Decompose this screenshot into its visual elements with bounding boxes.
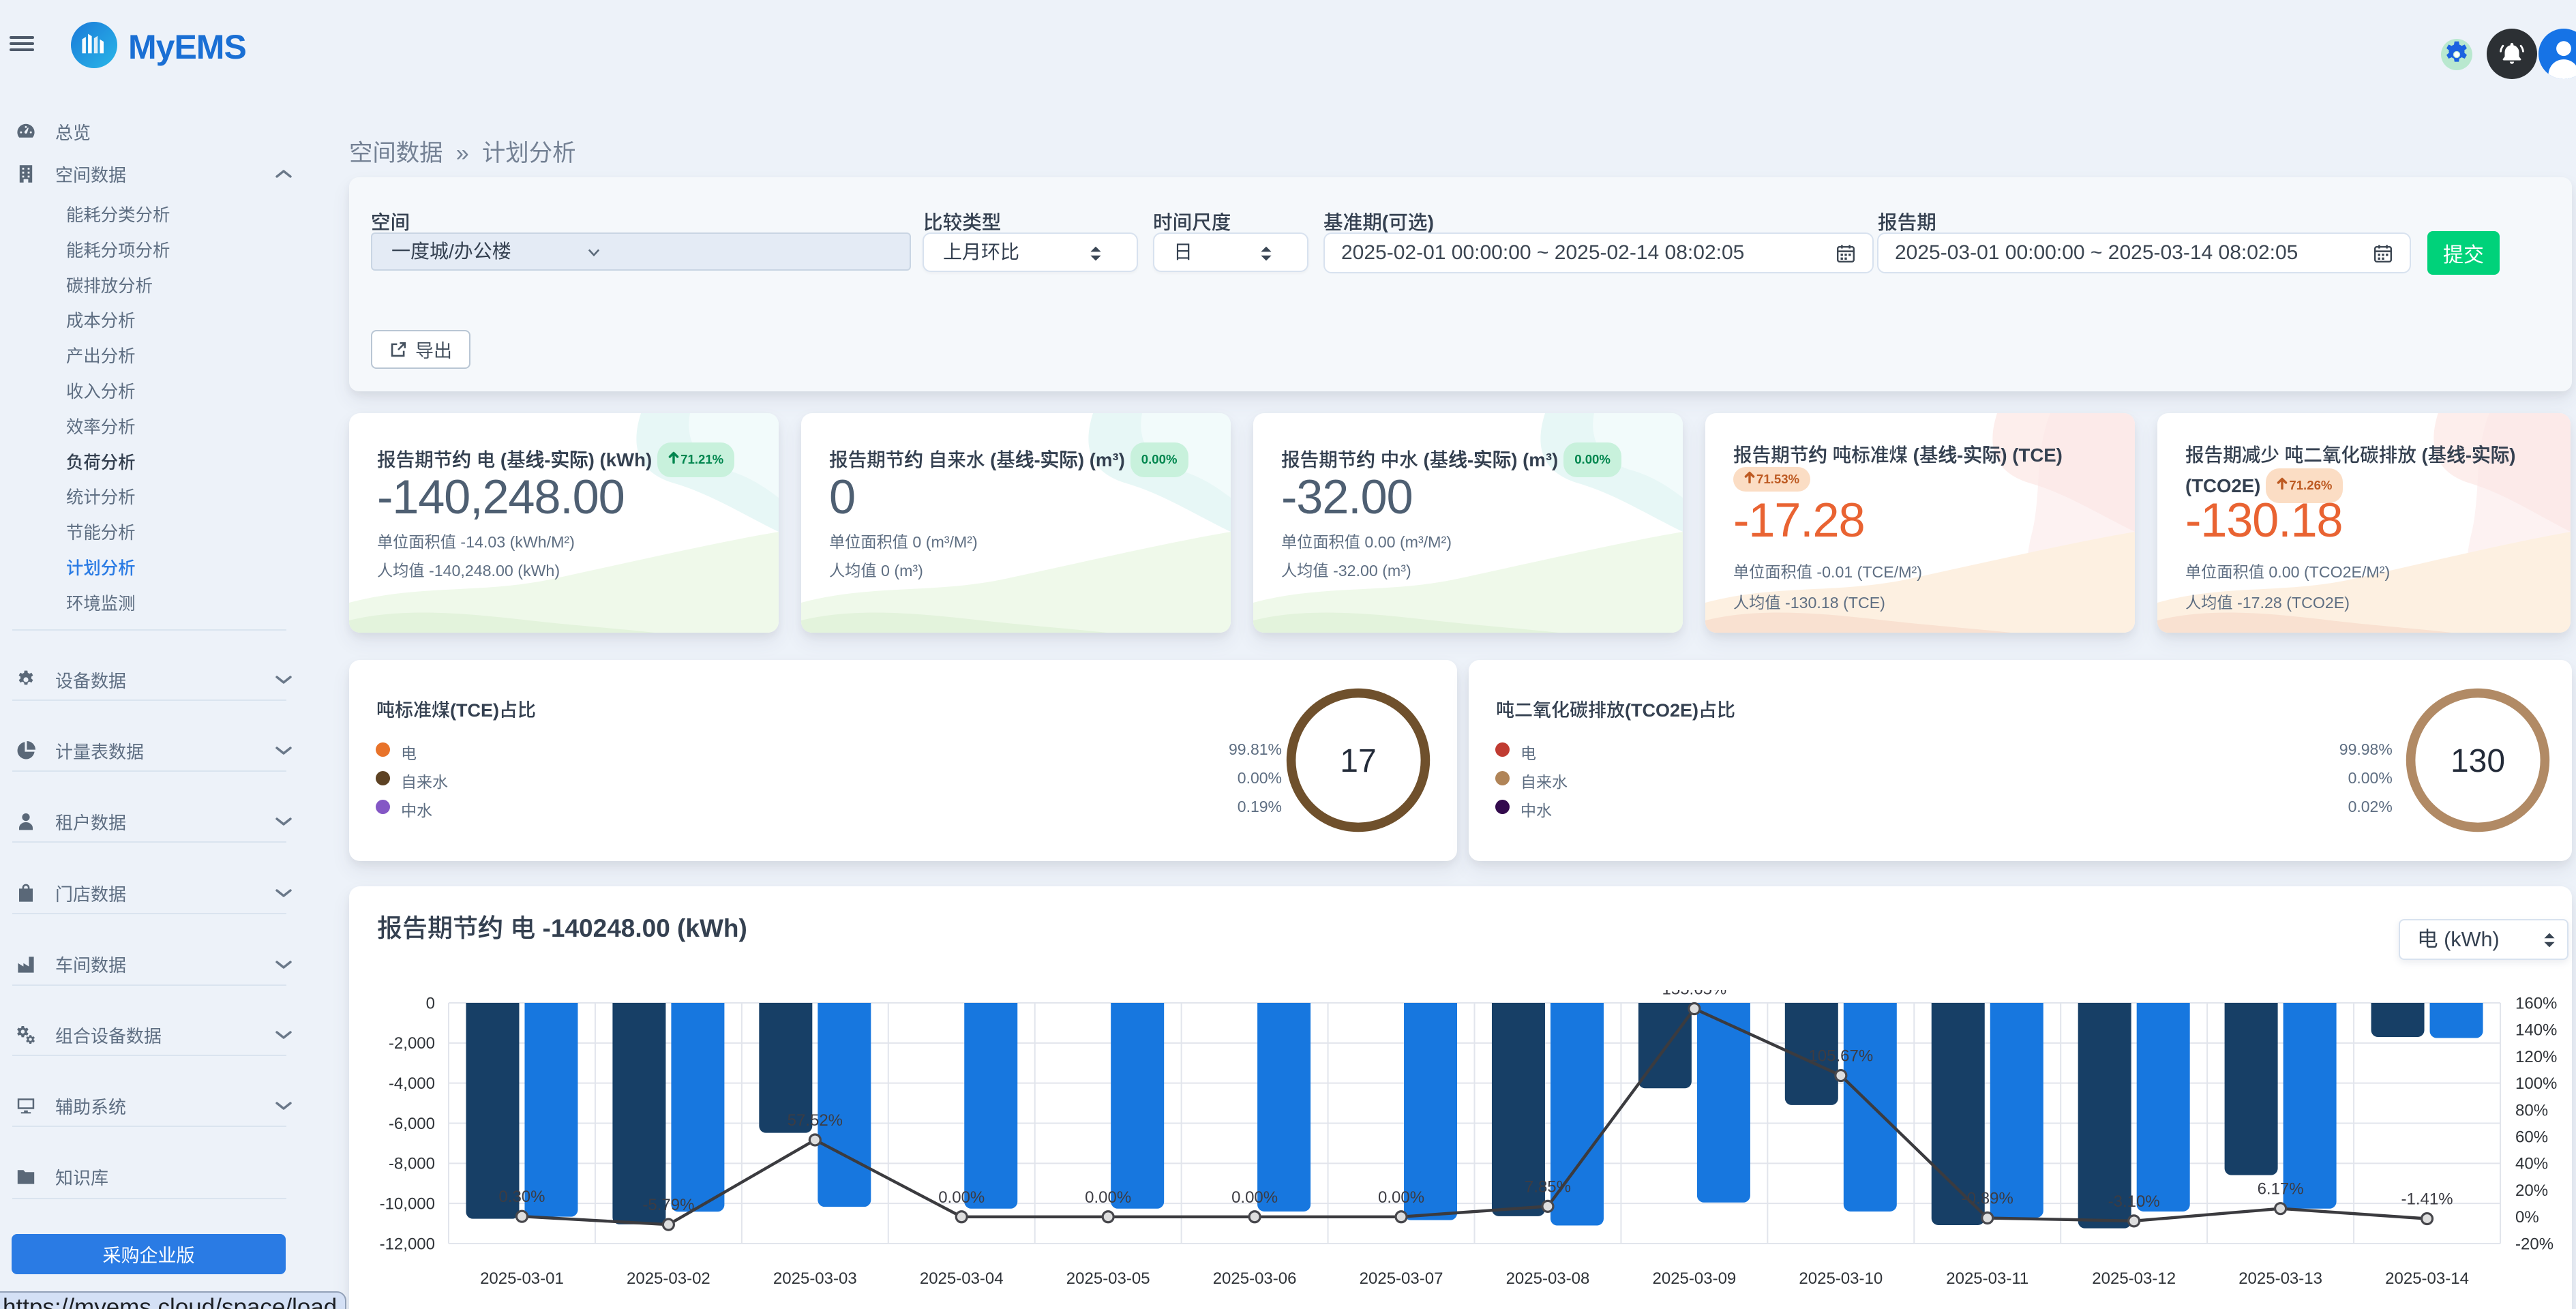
- svg-text:-0.89%: -0.89%: [1962, 1190, 2013, 1208]
- svg-text:80%: 80%: [2515, 1101, 2548, 1119]
- svg-text:-3.10%: -3.10%: [2108, 1192, 2160, 1211]
- svg-text:0.00%: 0.00%: [1378, 1188, 1424, 1207]
- svg-text:140%: 140%: [2515, 1021, 2557, 1040]
- svg-text:2025-03-13: 2025-03-13: [2238, 1269, 2322, 1288]
- svg-text:-6,000: -6,000: [389, 1115, 435, 1133]
- svg-text:0.00%: 0.00%: [1085, 1188, 1131, 1207]
- svg-text:160%: 160%: [2515, 994, 2557, 1012]
- svg-text:-4,000: -4,000: [389, 1074, 435, 1093]
- svg-text:0.00%: 0.00%: [1231, 1188, 1278, 1207]
- svg-text:2025-03-10: 2025-03-10: [1799, 1269, 1883, 1288]
- svg-text:-2,000: -2,000: [389, 1034, 435, 1053]
- svg-text:2025-03-08: 2025-03-08: [1506, 1269, 1590, 1288]
- svg-text:2025-03-03: 2025-03-03: [773, 1269, 857, 1288]
- svg-text:-1.41%: -1.41%: [2401, 1190, 2453, 1209]
- svg-text:-5.79%: -5.79%: [642, 1196, 694, 1214]
- svg-text:0.00%: 0.00%: [938, 1188, 985, 1207]
- svg-text:-8,000: -8,000: [389, 1155, 435, 1173]
- svg-text:6.17%: 6.17%: [2258, 1180, 2304, 1199]
- svg-text:105.67%: 105.67%: [1808, 1047, 1873, 1066]
- svg-text:2025-03-12: 2025-03-12: [2092, 1269, 2176, 1288]
- svg-text:60%: 60%: [2515, 1128, 2548, 1147]
- svg-text:0.30%: 0.30%: [498, 1188, 545, 1206]
- svg-text:0%: 0%: [2515, 1208, 2539, 1227]
- svg-text:120%: 120%: [2515, 1048, 2557, 1066]
- svg-text:2025-03-09: 2025-03-09: [1653, 1269, 1737, 1288]
- svg-text:2025-03-11: 2025-03-11: [1946, 1269, 2028, 1288]
- svg-text:-10,000: -10,000: [380, 1195, 435, 1214]
- svg-text:130: 130: [2451, 743, 2505, 779]
- svg-text:20%: 20%: [2515, 1182, 2548, 1200]
- svg-text:-20%: -20%: [2515, 1235, 2553, 1253]
- svg-text:17: 17: [1340, 743, 1376, 779]
- svg-text:-12,000: -12,000: [380, 1235, 435, 1253]
- svg-text:57.52%: 57.52%: [788, 1111, 843, 1130]
- svg-text:2025-03-14: 2025-03-14: [2385, 1269, 2469, 1288]
- svg-text:7.85%: 7.85%: [1525, 1177, 1571, 1196]
- svg-text:40%: 40%: [2515, 1155, 2548, 1173]
- svg-text:155.65%: 155.65%: [1662, 990, 1727, 999]
- svg-text:2025-03-02: 2025-03-02: [627, 1269, 710, 1288]
- svg-text:2025-03-01: 2025-03-01: [480, 1269, 564, 1288]
- svg-text:0: 0: [426, 994, 435, 1012]
- svg-text:2025-03-07: 2025-03-07: [1360, 1269, 1443, 1288]
- svg-text:2025-03-04: 2025-03-04: [920, 1269, 1004, 1288]
- svg-text:2025-03-06: 2025-03-06: [1213, 1269, 1297, 1288]
- svg-text:2025-03-05: 2025-03-05: [1066, 1269, 1150, 1288]
- svg-text:100%: 100%: [2515, 1074, 2557, 1093]
